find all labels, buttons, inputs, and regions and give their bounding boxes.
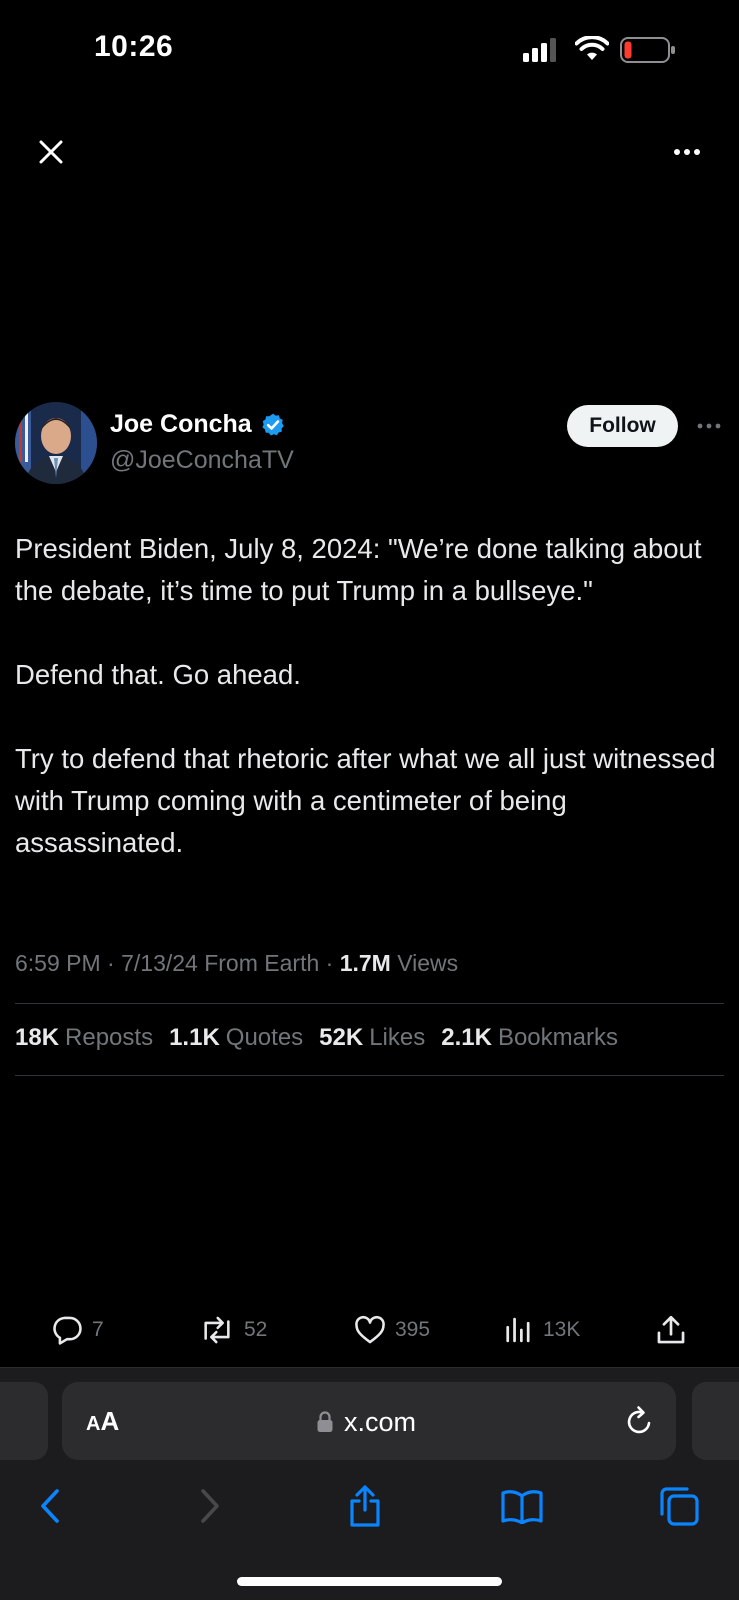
aa-big: A (100, 1406, 120, 1436)
like-count: 395 (395, 1318, 431, 1341)
heart-icon (355, 1315, 385, 1344)
chevron-left-icon (41, 1489, 59, 1523)
views-count: 13K (543, 1318, 581, 1341)
status-bar: 10:26 (0, 0, 739, 100)
more-horizontal-icon (697, 423, 721, 429)
aa-small: A (86, 1413, 101, 1435)
more-options-button[interactable] (670, 140, 704, 164)
tweet-paragraph: Defend that. Go ahead. (15, 659, 301, 690)
more-horizontal-icon (674, 149, 700, 155)
engagement-stats: 18K Reposts 1.1K Quotes 52K Likes 2.1K Bookm… (15, 1024, 618, 1052)
analytics-icon (506, 1317, 530, 1343)
page-settings-button[interactable]: AA (86, 1406, 119, 1437)
views-button[interactable]: 13K (505, 1313, 580, 1347)
wifi-icon (575, 36, 609, 60)
reload-icon[interactable] (624, 1404, 656, 1438)
verified-badge-icon (262, 413, 284, 436)
tweet-time-date: 6:59 PM · 7/13/24 From Earth · (15, 950, 340, 976)
tweet-paragraph: Try to defend that rhetoric after what w… (15, 743, 716, 858)
reply-button[interactable]: 7 (50, 1313, 104, 1347)
likes-count: 52K (319, 1024, 364, 1051)
back-button[interactable] (28, 1484, 72, 1528)
forward-button[interactable] (188, 1484, 232, 1528)
next-tab-preview[interactable] (692, 1382, 739, 1460)
home-indicator[interactable] (237, 1577, 502, 1586)
like-button[interactable]: 395 (353, 1313, 430, 1347)
quotes-stat[interactable]: 1.1K Quotes (169, 1024, 303, 1052)
divider (15, 1003, 724, 1004)
close-icon (39, 140, 63, 164)
battery-low-icon (620, 37, 675, 63)
repost-icon (204, 1316, 230, 1344)
author-name[interactable]: Joe Concha (110, 410, 286, 439)
previous-tab-preview[interactable] (0, 1382, 48, 1460)
book-icon (501, 1490, 543, 1524)
likes-label: Likes (369, 1024, 426, 1051)
repost-button[interactable]: 52 (198, 1313, 267, 1347)
reply-count: 7 (92, 1318, 104, 1341)
tabs-icon (660, 1487, 699, 1526)
reposts-count: 18K (15, 1024, 60, 1051)
lock-icon (317, 1411, 333, 1432)
url-text: x.com (344, 1406, 417, 1437)
bookmarks-count: 2.1K (441, 1024, 492, 1051)
quotes-count: 1.1K (169, 1024, 220, 1051)
share-icon (657, 1315, 685, 1344)
tweet-more-button[interactable] (694, 416, 724, 436)
views-label: Views (390, 950, 459, 976)
author-avatar[interactable] (15, 402, 97, 484)
author-name-text: Joe Concha (110, 410, 252, 438)
bookmarks-button[interactable] (500, 1484, 544, 1528)
close-button[interactable] (34, 135, 68, 169)
divider (15, 1075, 724, 1076)
tweet-text: President Biden, July 8, 2024: "We’re do… (15, 528, 725, 864)
chevron-right-icon (201, 1489, 219, 1523)
bookmarks-label: Bookmarks (497, 1024, 618, 1051)
status-time: 10:26 (94, 30, 174, 63)
tabs-button[interactable] (657, 1484, 701, 1528)
tweet-paragraph: President Biden, July 8, 2024: "We’re do… (15, 533, 702, 606)
reposts-stat[interactable]: 18K Reposts (15, 1024, 153, 1052)
follow-button[interactable]: Follow (567, 405, 678, 447)
reposts-label: Reposts (65, 1024, 154, 1051)
share-button[interactable] (654, 1313, 688, 1347)
tweet-timestamp: 6:59 PM · 7/13/24 From Earth · 1.7M View… (15, 950, 458, 977)
bookmarks-stat[interactable]: 2.1K Bookmarks (441, 1024, 618, 1052)
likes-stat[interactable]: 52K Likes (319, 1024, 425, 1052)
cellular-signal-icon (523, 38, 556, 62)
tweet-action-bar: 7 52 395 13K (0, 1305, 739, 1351)
repost-count: 52 (244, 1318, 268, 1341)
views-count: 1.7M (339, 950, 391, 976)
reply-icon (53, 1316, 82, 1345)
quotes-label: Quotes (225, 1024, 304, 1051)
author-handle[interactable]: @JoeConchaTV (110, 446, 294, 475)
url-display[interactable]: x.com (316, 1404, 416, 1440)
share-icon (350, 1485, 380, 1527)
avatar-image (15, 402, 97, 484)
browser-share-button[interactable] (343, 1484, 387, 1528)
